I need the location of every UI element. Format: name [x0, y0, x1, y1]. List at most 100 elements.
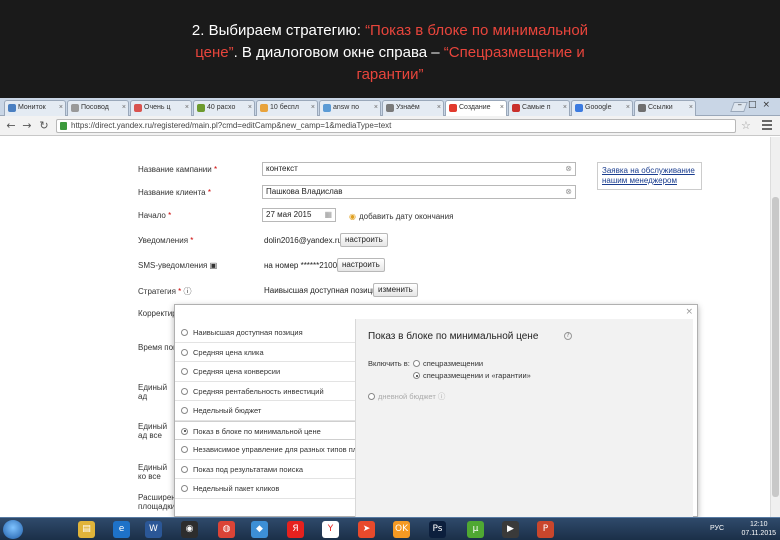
strategy-option[interactable]: Показ под результатами поиска	[175, 460, 355, 479]
photoshop-icon[interactable]: Ps	[429, 521, 446, 538]
browser-tab[interactable]: Создание ×	[445, 100, 507, 116]
back-arrow-icon[interactable]: ←	[4, 119, 18, 133]
strategy-change-button[interactable]: изменить	[373, 283, 418, 297]
help-icon[interactable]: ?	[564, 332, 572, 340]
strategy-dialog: × Наивысшая доступная позиция Средняя цен…	[174, 304, 698, 518]
browser-tab[interactable]: answ по ×	[319, 100, 381, 116]
radio-button[interactable]	[181, 348, 188, 356]
browser-tab[interactable]: Посовод ×	[67, 100, 129, 116]
radio-button[interactable]	[181, 368, 188, 375]
option-premium-radio[interactable]: спецразмещении	[413, 359, 483, 368]
system-clock[interactable]: 12:10 07.11.2015	[741, 520, 776, 538]
strategy-option[interactable]: Показ в блоке по минимальной цене	[175, 420, 355, 440]
close-icon[interactable]: ×	[685, 307, 693, 317]
strategy-option-label: Средняя рентабельность инвестиций	[193, 386, 324, 396]
notifications-configure-button[interactable]: настроить	[340, 233, 388, 247]
tab-label: 40 расхо	[207, 104, 236, 111]
show-time-label: Время пок	[138, 343, 177, 352]
scrollbar-thumb[interactable]	[772, 197, 779, 497]
tab-close-icon[interactable]: ×	[626, 101, 630, 115]
language-indicator[interactable]: РУС	[710, 525, 724, 532]
window-controls[interactable]: –□×	[737, 100, 776, 110]
tab-close-icon[interactable]: ×	[689, 101, 693, 115]
strategy-option[interactable]: Наивысшая доступная позиция	[175, 323, 355, 343]
daily-budget-checkbox[interactable]: дневной бюджет ⓘ	[368, 391, 445, 402]
tab-close-icon[interactable]: ×	[374, 101, 378, 115]
strategy-option[interactable]: Независимое управление для разных типов …	[175, 440, 355, 460]
notifications-label: Уведомления *	[138, 236, 194, 245]
yandex-icon[interactable]: Я	[287, 521, 304, 538]
clock-date: 07.11.2015	[741, 530, 776, 537]
powerpoint-icon[interactable]: P	[537, 521, 554, 538]
arrow-app-icon[interactable]: ➤	[358, 521, 375, 538]
manager-request-link[interactable]: Заявка на обслуживание нашим менеджером	[602, 166, 695, 185]
browser-tab[interactable]: Узнаём ×	[382, 100, 444, 116]
tab-close-icon[interactable]: ×	[59, 101, 63, 115]
browser-tab[interactable]: 40 расхо ×	[193, 100, 255, 116]
tab-close-icon[interactable]: ×	[185, 101, 189, 115]
radio-button[interactable]	[181, 465, 188, 473]
tab-close-icon[interactable]: ×	[500, 101, 504, 115]
clear-icon[interactable]: ⊗	[565, 186, 572, 198]
bookmark-star-icon[interactable]: ☆	[741, 119, 751, 132]
calendar-icon[interactable]: ▦	[324, 209, 332, 221]
browser-tab[interactable]: Очень ц ×	[130, 100, 192, 116]
help-icon[interactable]: ⓘ	[438, 392, 446, 401]
video-editor-icon[interactable]: ▶	[502, 521, 519, 538]
strategy-settings-panel: Показ в блоке по минимальной цене ? Вклю…	[355, 319, 693, 518]
tab-close-icon[interactable]: ×	[248, 101, 252, 115]
radio-button[interactable]	[181, 329, 188, 336]
client-name-input[interactable]: Пашкова Владислав ⊗	[262, 185, 576, 199]
browser-tab[interactable]: 10 беспл ×	[256, 100, 318, 116]
media-icon[interactable]: ◉	[181, 521, 198, 538]
radio-button[interactable]	[181, 446, 188, 453]
odnoklassniki-icon[interactable]: OK	[393, 521, 410, 538]
chrome-icon[interactable]: ◍	[218, 521, 235, 538]
forward-arrow-icon[interactable]: →	[20, 119, 34, 133]
caption-text: 2. Выбираем стратегию:	[191, 22, 366, 39]
strategy-option[interactable]: Средняя цена конверсии	[175, 362, 355, 382]
add-end-date-link[interactable]: добавить дату окончания	[359, 212, 453, 221]
campaign-name-input[interactable]: контекст ⊗	[262, 162, 576, 176]
tab-close-icon[interactable]: ×	[122, 101, 126, 115]
clear-icon[interactable]: ⊗	[565, 163, 572, 175]
option-premium-guarantee-radio[interactable]: спецразмещении и «гарантии»	[413, 371, 531, 380]
sms-configure-button[interactable]: настроить	[337, 258, 385, 272]
ie-icon[interactable]: e	[113, 521, 130, 538]
explorer-icon[interactable]: ▤	[78, 521, 95, 538]
browser-tab[interactable]: Мониток ×	[4, 100, 66, 116]
strategy-list: Наивысшая доступная позиция Средняя цена …	[175, 323, 355, 499]
single-address-all-label: Единый ад все объявл	[138, 422, 168, 440]
radio-button[interactable]	[181, 427, 188, 435]
strategy-option[interactable]: Средняя рентабельность инвестиций	[175, 382, 355, 401]
word-icon[interactable]: W	[145, 521, 162, 538]
menu-icon[interactable]	[762, 120, 772, 130]
start-date-input[interactable]: 27 мая 2015 ▦	[262, 208, 336, 222]
radio-button[interactable]	[181, 387, 188, 395]
tab-label: Ссылки	[648, 104, 673, 111]
browser-tab[interactable]: Gooogle ×	[571, 100, 633, 116]
help-icon[interactable]: ⓘ	[184, 287, 192, 296]
tab-close-icon[interactable]: ×	[311, 101, 315, 115]
strategy-option[interactable]: Недельный пакет кликов	[175, 479, 355, 499]
lock-icon	[60, 122, 67, 130]
browser-tab[interactable]: Самые п ×	[508, 100, 570, 116]
browser-tab[interactable]: Ссылки ×	[634, 100, 696, 116]
tab-favicon-icon	[71, 104, 79, 112]
tab-close-icon[interactable]: ×	[563, 101, 567, 115]
radio-button[interactable]	[181, 407, 188, 414]
radio-button[interactable]	[181, 485, 188, 492]
start-button[interactable]	[3, 520, 23, 539]
vpn-icon[interactable]: ◆	[251, 521, 268, 538]
utorrent-icon[interactable]: µ	[467, 521, 484, 538]
clock-time: 12:10	[749, 521, 768, 528]
strategy-option[interactable]: Средняя цена клика	[175, 343, 355, 362]
help-icon[interactable]: ▣	[210, 261, 218, 270]
reload-icon[interactable]: ↻	[37, 119, 51, 133]
strategy-option-label: Независимое управление для разных типов …	[193, 445, 355, 454]
strategy-option[interactable]: Недельный бюджет	[175, 401, 355, 421]
address-bar[interactable]: https://direct.yandex.ru/registered/main…	[56, 119, 736, 133]
yandex-browser-icon[interactable]: Y	[322, 521, 339, 538]
page-scrollbar[interactable]	[770, 137, 780, 517]
tab-close-icon[interactable]: ×	[437, 101, 441, 115]
